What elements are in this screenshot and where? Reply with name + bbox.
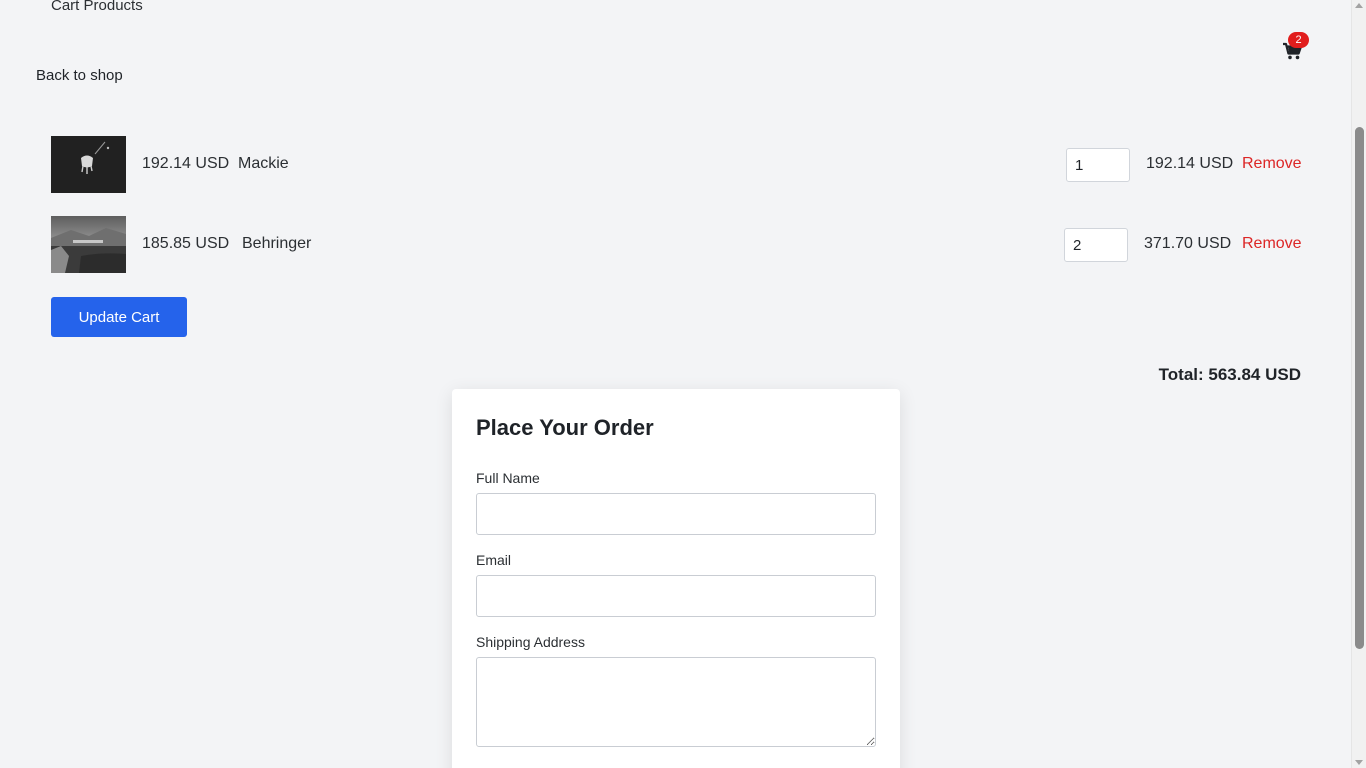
unit-price: 192.14 USD [142, 155, 230, 172]
unit-price: 185.85 USD [142, 235, 230, 252]
product-name: Mackie [238, 155, 289, 172]
shipping-address-textarea[interactable] [476, 657, 876, 747]
remove-item-link[interactable]: Remove [1242, 155, 1302, 173]
scroll-down-arrow-icon[interactable] [1355, 760, 1363, 765]
product-thumbnail [51, 136, 126, 193]
email-label: Email [476, 552, 512, 568]
cart-total: Total: 563.84 USD [1158, 365, 1301, 384]
page-scrollbar[interactable] [1351, 0, 1366, 768]
line-total: 371.70 USD [1144, 235, 1232, 252]
cart-count-badge: 2 [1288, 32, 1309, 48]
full-name-label: Full Name [476, 470, 540, 486]
quantity-input[interactable] [1066, 148, 1130, 182]
product-thumbnail [51, 216, 126, 273]
email-input[interactable] [476, 575, 876, 617]
order-form-card: Place Your Order Full Name Email Shippin… [452, 389, 900, 768]
shipping-address-label: Shipping Address [476, 634, 585, 650]
scroll-up-arrow-icon[interactable] [1355, 3, 1363, 8]
order-form-title: Place Your Order [476, 415, 654, 440]
quantity-input[interactable] [1064, 228, 1128, 262]
scrollbar-thumb[interactable] [1355, 127, 1364, 649]
back-to-shop-link[interactable]: Back to shop [36, 67, 123, 84]
line-total: 192.14 USD [1146, 155, 1234, 172]
update-cart-button[interactable]: Update Cart [51, 297, 187, 337]
full-name-input[interactable] [476, 493, 876, 535]
page: Cart Products Back to shop 2 192.14 USD … [0, 0, 1351, 768]
section-title: Cart Products [51, 0, 143, 14]
cart-item-row: 192.14 USD Mackie 192.14 USD Remove [51, 136, 1302, 193]
cart-item-row: 185.85 USD Behringer 371.70 USD Remove [51, 216, 1302, 273]
product-name: Behringer [242, 235, 312, 252]
remove-item-link[interactable]: Remove [1242, 235, 1302, 253]
